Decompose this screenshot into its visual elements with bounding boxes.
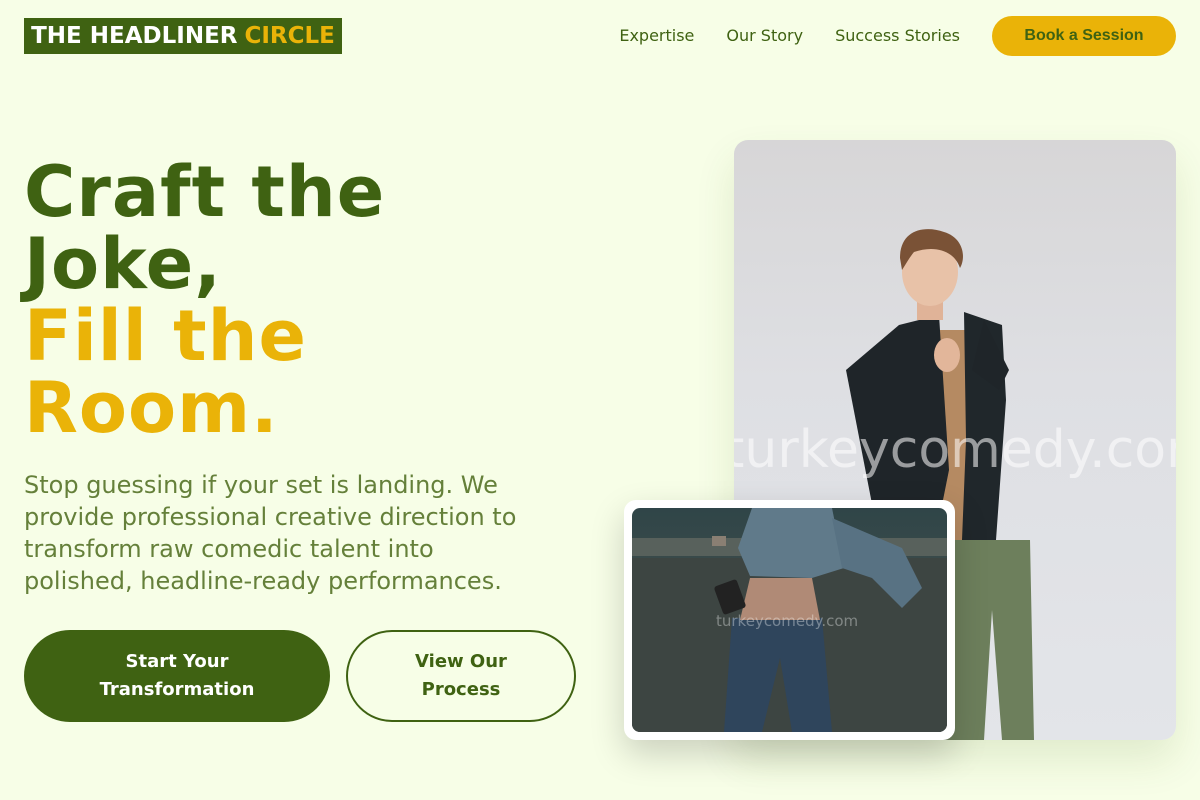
hero-title-line-2: Joke, <box>24 223 222 305</box>
hero-title: Craft the Joke, Fill the Room. <box>24 156 584 444</box>
main-nav: Expertise Our Story Success Stories Book… <box>619 16 1176 56</box>
hero-description: Stop guessing if your set is landing. We… <box>24 471 517 595</box>
book-session-button[interactable]: Book a Session <box>992 16 1176 56</box>
view-process-button[interactable]: View Our Process <box>346 630 576 722</box>
nav-link-success-stories[interactable]: Success Stories <box>835 16 960 56</box>
brand-name-accent: CIRCLE <box>244 23 335 49</box>
main-photo-watermark: turkeycomedy.com <box>734 420 1176 480</box>
brand-logo[interactable]: THE HEADLINER CIRCLE <box>24 18 342 54</box>
brand-name-main: THE HEADLINER <box>31 23 238 49</box>
nav-link-expertise[interactable]: Expertise <box>619 16 694 56</box>
hero-title-line-4: Room. <box>24 367 279 449</box>
hero-title-line-1: Craft the <box>24 151 386 233</box>
hero-inset-photo: turkeycomedy.com <box>632 508 947 732</box>
nav-link-our-story[interactable]: Our Story <box>726 16 803 56</box>
inset-photo-watermark: turkeycomedy.com <box>716 612 859 630</box>
hero-inset-photo-frame: turkeycomedy.com <box>624 500 955 740</box>
hero-title-line-3: Fill the <box>24 295 307 377</box>
start-transformation-button[interactable]: Start Your Transformation <box>24 630 330 722</box>
